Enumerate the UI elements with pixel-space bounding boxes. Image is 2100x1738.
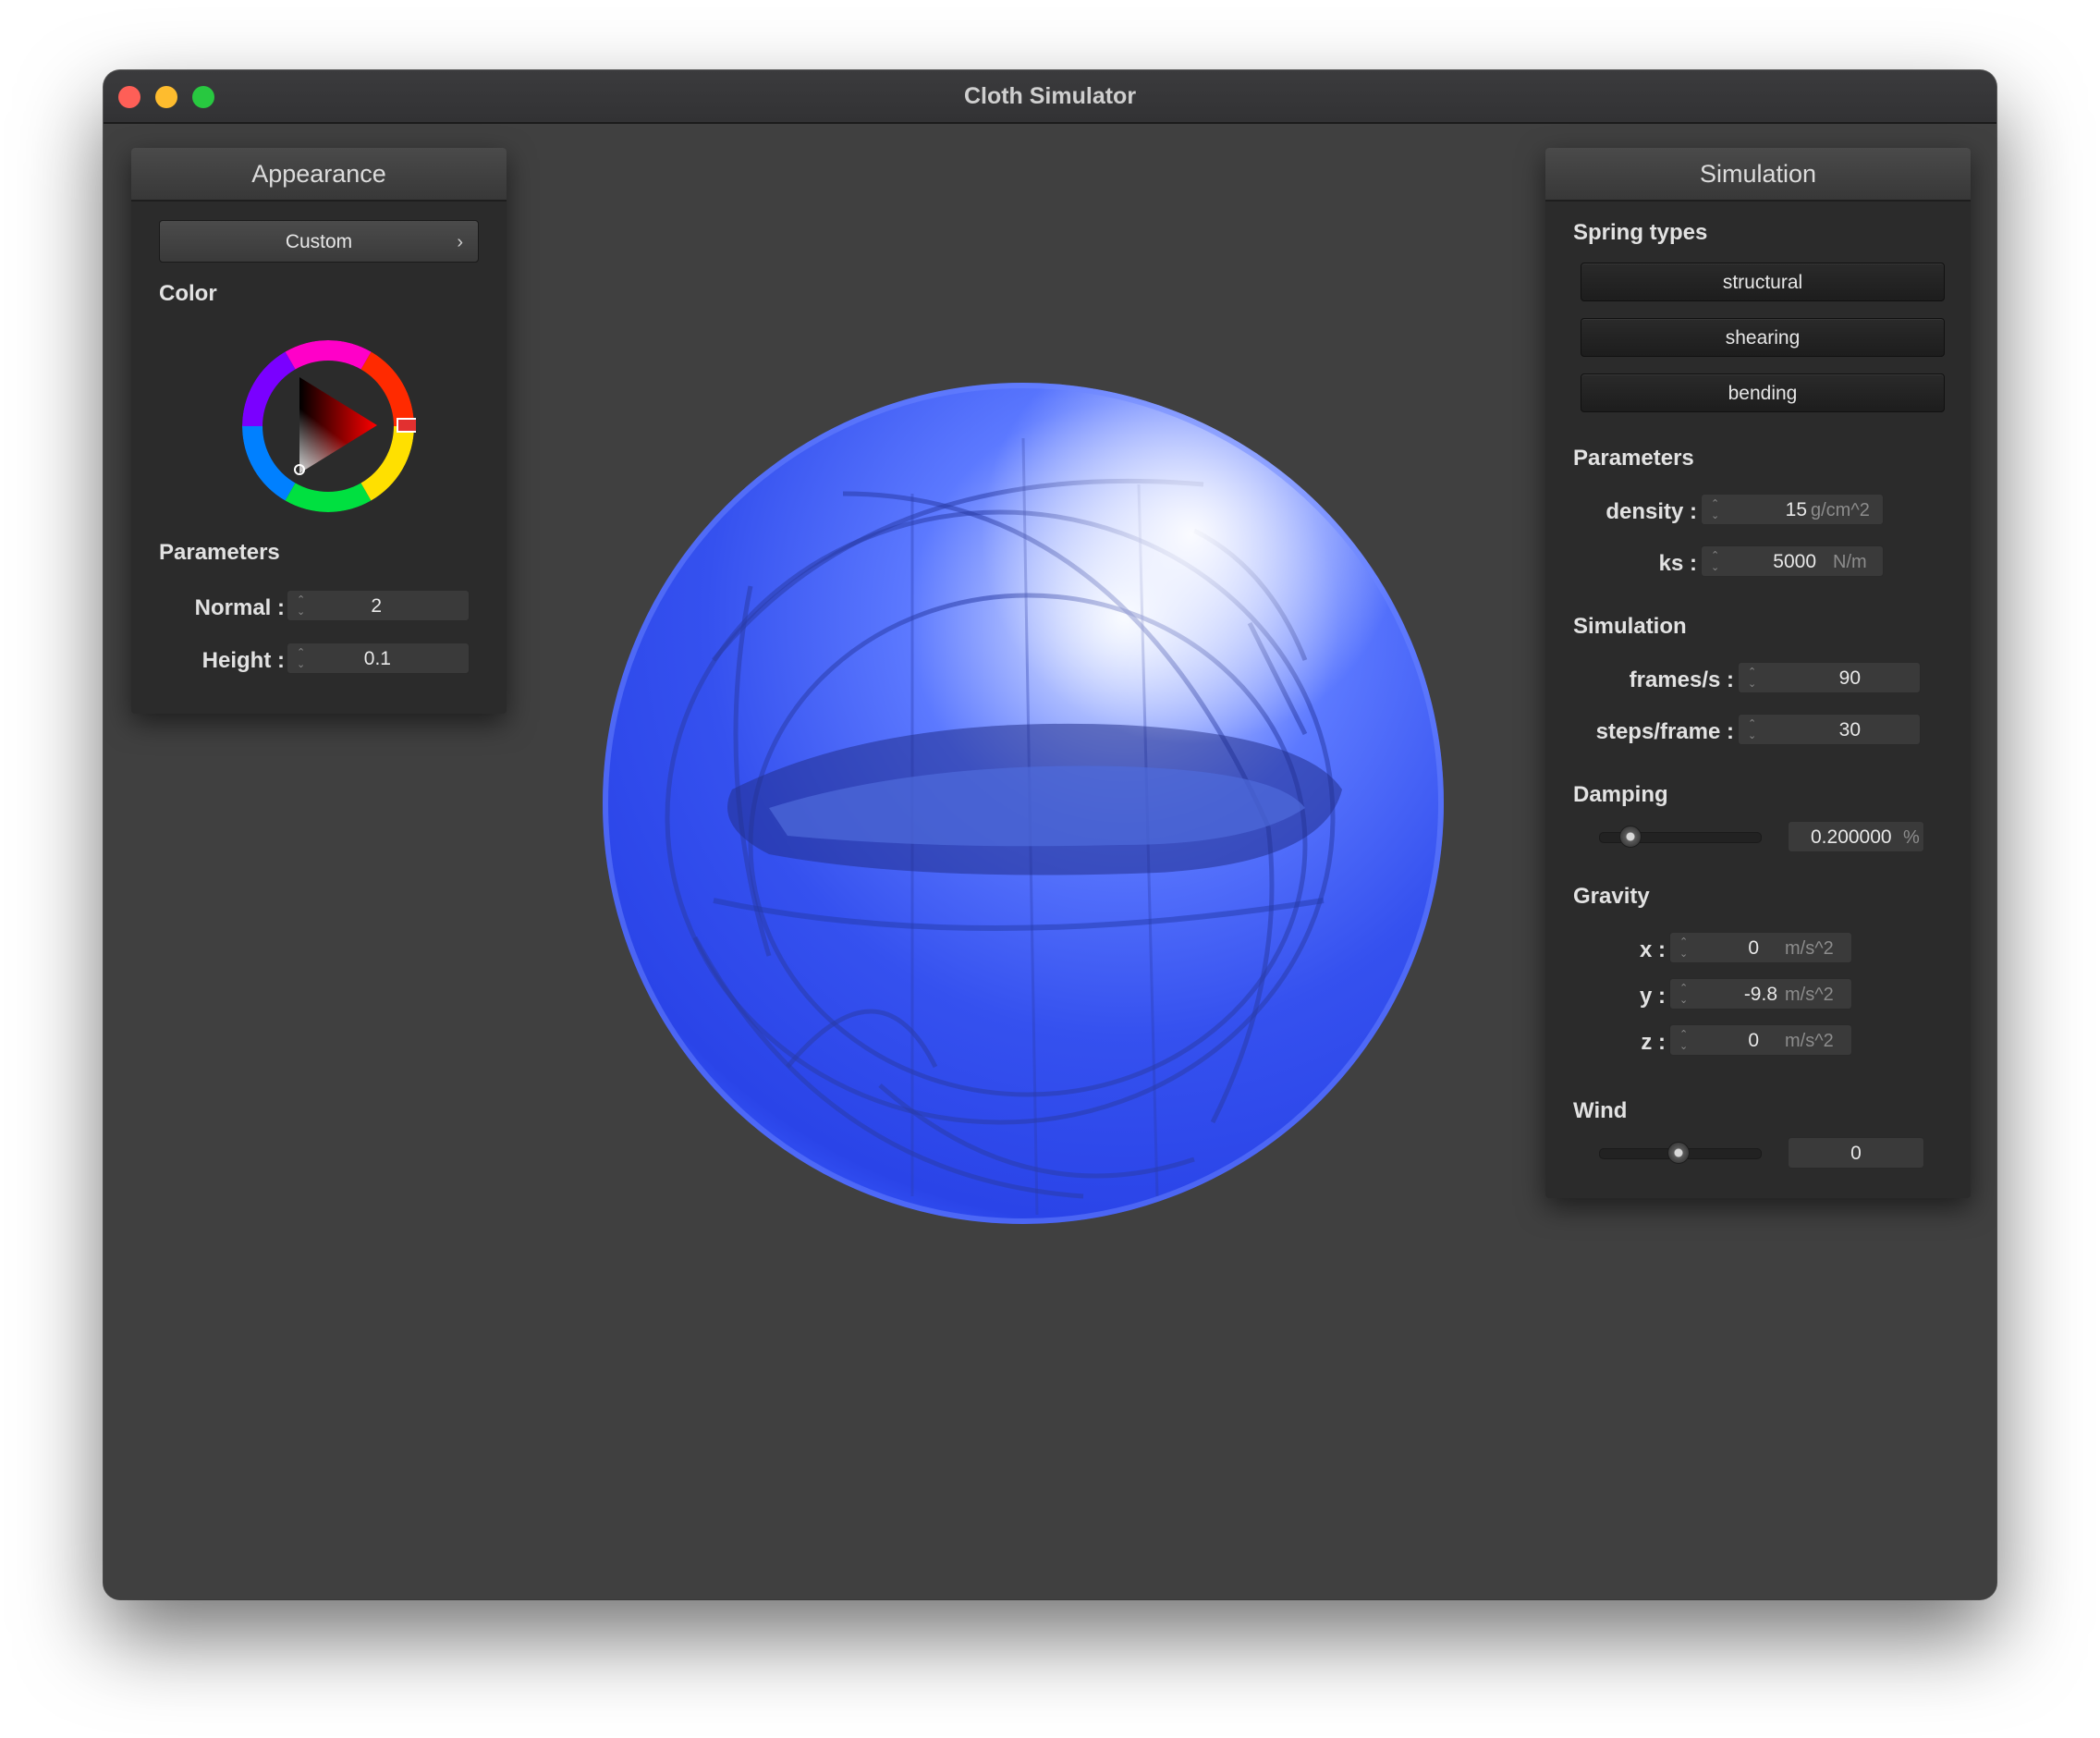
gravity-label: Gravity — [1573, 884, 1650, 909]
bending-spring-toggle[interactable]: bending — [1581, 373, 1945, 412]
gravity-y-value: -9.8 — [1743, 984, 1777, 1005]
gravity-x-unit: m/s^2 — [1785, 938, 1834, 959]
gravity-z-value: 0 — [1748, 1030, 1759, 1051]
frames-per-s-input[interactable]: ⌃ ⌄ 90 — [1738, 662, 1921, 693]
spinner-arrows-icon[interactable]: ⌃ ⌄ — [297, 591, 310, 626]
damping-value: 0.200000 — [1811, 826, 1892, 848]
appearance-panel-header[interactable]: Appearance — [131, 148, 507, 202]
ks-label: ks : — [1658, 551, 1697, 576]
steps-per-frame-label: steps/frame : — [1595, 719, 1734, 744]
density-label: density : — [1606, 499, 1697, 524]
ks-unit: N/m — [1833, 552, 1867, 572]
damping-label: Damping — [1573, 782, 1668, 807]
gravity-y-label: y : — [1639, 984, 1666, 1009]
gravity-z-unit: m/s^2 — [1785, 1031, 1834, 1051]
window-title: Cloth Simulator — [963, 83, 1137, 109]
gravity-x-input[interactable]: ⌃ ⌄ 0 m/s^2 — [1669, 932, 1852, 963]
height-input[interactable]: ⌃ ⌄ 0.1 — [287, 643, 470, 674]
frames-per-s-value: 90 — [1838, 667, 1861, 689]
normal-value: 2 — [371, 595, 382, 617]
chevron-right-icon: › — [457, 232, 463, 252]
damping-value-box[interactable]: 0.200000 % — [1788, 821, 1924, 852]
appearance-preset-combo[interactable]: Custom › — [159, 220, 479, 263]
spinner-arrows-icon[interactable]: ⌃ ⌄ — [1711, 495, 1724, 530]
spinner-arrows-icon[interactable]: ⌃ ⌄ — [1748, 715, 1761, 750]
spring-types-label: Spring types — [1573, 220, 1708, 245]
steps-per-frame-input[interactable]: ⌃ ⌄ 30 — [1738, 714, 1921, 745]
color-wheel[interactable] — [240, 338, 416, 514]
app-window: Cloth Simulator Appearance Custom › Colo… — [104, 70, 1996, 1599]
normal-label: Normal : — [194, 595, 285, 620]
height-label: Height : — [201, 648, 285, 673]
gravity-z-input[interactable]: ⌃ ⌄ 0 m/s^2 — [1669, 1024, 1852, 1056]
wind-label: Wind — [1573, 1098, 1628, 1123]
structural-spring-toggle[interactable]: structural — [1581, 263, 1945, 301]
damping-slider-handle[interactable] — [1619, 826, 1642, 848]
shearing-spring-toggle[interactable]: shearing — [1581, 318, 1945, 357]
height-value: 0.1 — [363, 648, 391, 669]
color-section-label: Color — [159, 281, 217, 306]
steps-per-frame-value: 30 — [1838, 719, 1861, 740]
spinner-arrows-icon[interactable]: ⌃ ⌄ — [1748, 663, 1761, 698]
simulation-panel: Simulation Spring types structural shear… — [1545, 148, 1971, 1198]
simulation-parameters-label: Parameters — [1573, 446, 1694, 471]
hue-marker — [397, 418, 416, 433]
wind-value: 0 — [1850, 1143, 1862, 1164]
density-value: 15 — [1785, 499, 1807, 520]
normal-input[interactable]: ⌃ ⌄ 2 — [287, 590, 470, 621]
damping-unit: % — [1903, 827, 1920, 848]
spinner-arrows-icon[interactable]: ⌃ ⌄ — [1711, 546, 1724, 581]
simulation-panel-header[interactable]: Simulation — [1545, 148, 1971, 202]
spinner-arrows-icon[interactable]: ⌃ ⌄ — [1679, 933, 1692, 968]
density-unit: g/cm^2 — [1811, 500, 1870, 520]
gravity-x-value: 0 — [1748, 937, 1759, 959]
reflective-sphere[interactable] — [603, 383, 1444, 1224]
spinner-arrows-icon[interactable]: ⌃ ⌄ — [1679, 979, 1692, 1014]
frames-per-s-label: frames/s : — [1629, 667, 1734, 692]
density-input[interactable]: ⌃ ⌄ 15 g/cm^2 — [1701, 494, 1884, 525]
wind-slider-handle[interactable] — [1667, 1142, 1690, 1164]
spinner-arrows-icon[interactable]: ⌃ ⌄ — [297, 643, 310, 679]
gravity-y-unit: m/s^2 — [1785, 985, 1834, 1005]
wind-value-box[interactable]: 0 — [1788, 1137, 1924, 1169]
appearance-panel: Appearance Custom › Color Parameters Nor… — [131, 148, 507, 714]
gravity-x-label: x : — [1639, 937, 1666, 962]
appearance-parameters-label: Parameters — [159, 540, 280, 565]
gravity-y-input[interactable]: ⌃ ⌄ -9.8 m/s^2 — [1669, 978, 1852, 1010]
ks-input[interactable]: ⌃ ⌄ 5000 N/m — [1701, 545, 1884, 577]
simulation-section-label: Simulation — [1573, 614, 1687, 639]
spinner-arrows-icon[interactable]: ⌃ ⌄ — [1679, 1025, 1692, 1060]
gravity-z-label: z : — [1641, 1030, 1666, 1055]
appearance-preset-label: Custom — [285, 231, 353, 252]
title-bar[interactable]: Cloth Simulator — [104, 70, 1996, 124]
ks-value: 5000 — [1773, 551, 1816, 572]
